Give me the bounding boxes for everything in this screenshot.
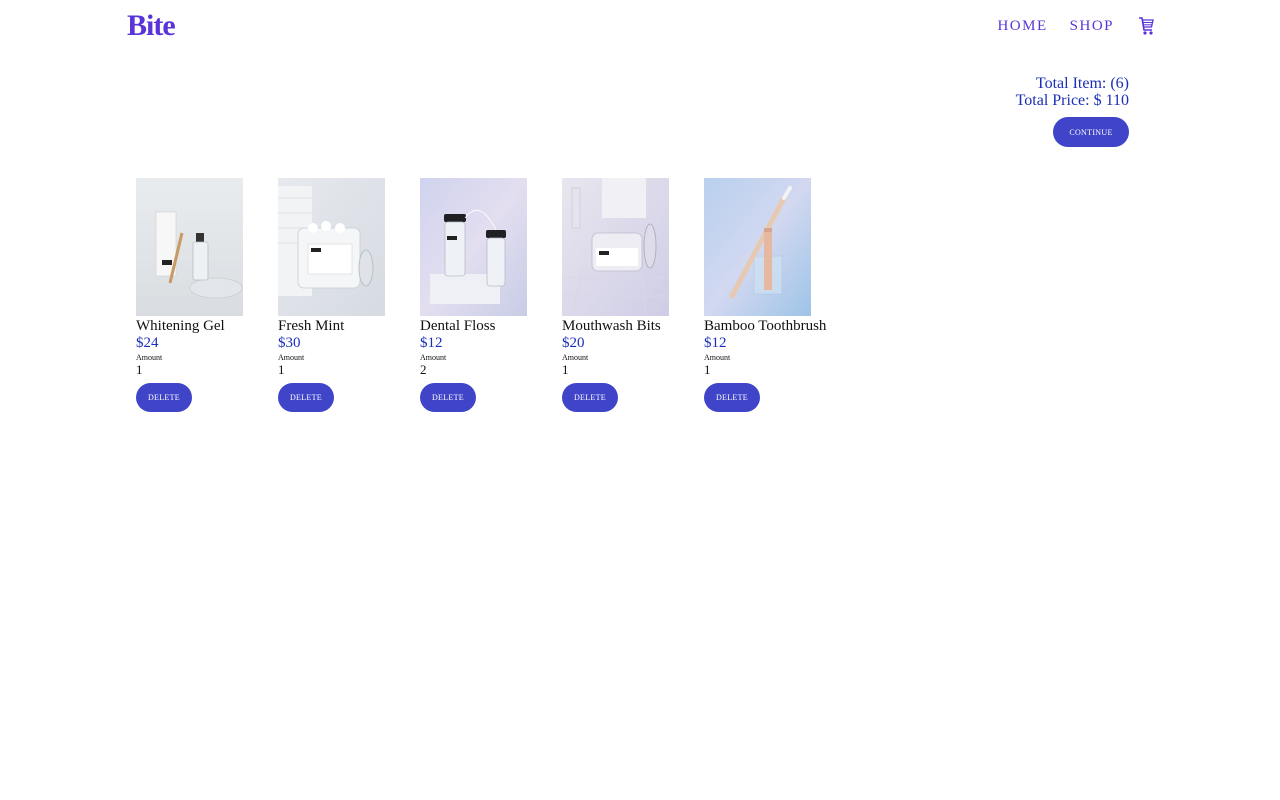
product-price: $20 bbox=[562, 335, 585, 351]
amount-value: 1 bbox=[704, 362, 711, 377]
product-image-dental-floss[interactable] bbox=[420, 178, 527, 316]
product-price: $12 bbox=[420, 335, 443, 351]
amount-label: Amount bbox=[420, 353, 447, 362]
amount-value: 2 bbox=[420, 362, 427, 377]
delete-button[interactable]: DELETE bbox=[136, 383, 192, 412]
continue-button[interactable]: CONTINUE bbox=[1053, 117, 1129, 147]
nav-shop-link[interactable]: SHOP bbox=[1070, 18, 1114, 35]
delete-button[interactable]: DELETE bbox=[704, 383, 760, 412]
cart-item: Bamboo Toothbrush $12 Amount 1 DELETE bbox=[704, 178, 827, 412]
cart-summary: Total Item: (6) Total Price: $ 110 bbox=[1016, 75, 1129, 109]
delete-button[interactable]: DELETE bbox=[562, 383, 618, 412]
delete-button[interactable]: DELETE bbox=[420, 383, 476, 412]
cart-product-list: Whitening Gel $24 Amount 1 DELETE Fresh … bbox=[136, 178, 827, 412]
product-image-bamboo-toothbrush[interactable] bbox=[704, 178, 811, 316]
product-name: Bamboo Toothbrush bbox=[704, 318, 827, 334]
shopping-cart-icon[interactable] bbox=[1138, 16, 1154, 36]
delete-button[interactable]: DELETE bbox=[278, 383, 334, 412]
cart-item: Dental Floss $12 Amount 2 DELETE bbox=[420, 178, 527, 412]
cart-item: Fresh Mint $30 Amount 1 DELETE bbox=[278, 178, 385, 412]
product-image-mouthwash-bits[interactable] bbox=[562, 178, 669, 316]
product-price: $12 bbox=[704, 335, 727, 351]
amount-value: 1 bbox=[562, 362, 569, 377]
cart-item: Mouthwash Bits $20 Amount 1 DELETE bbox=[562, 178, 669, 412]
cart-item: Whitening Gel $24 Amount 1 DELETE bbox=[136, 178, 243, 412]
total-price: Total Price: $ 110 bbox=[1015, 92, 1129, 109]
total-items: Total Item: (6) bbox=[1035, 75, 1129, 92]
nav-home-link[interactable]: HOME bbox=[997, 18, 1047, 35]
main-nav: HOME SHOP bbox=[997, 16, 1154, 36]
amount-label: Amount bbox=[136, 353, 163, 362]
product-name: Dental Floss bbox=[420, 318, 496, 334]
amount-label: Amount bbox=[278, 353, 305, 362]
amount-value: 1 bbox=[278, 362, 285, 377]
product-name: Mouthwash Bits bbox=[562, 318, 661, 334]
product-name: Fresh Mint bbox=[278, 318, 345, 334]
product-image-whitening-gel[interactable] bbox=[136, 178, 243, 316]
product-image-fresh-mint[interactable] bbox=[278, 178, 385, 316]
product-name: Whitening Gel bbox=[136, 318, 225, 334]
amount-value: 1 bbox=[136, 362, 143, 377]
amount-label: Amount bbox=[562, 353, 589, 362]
product-price: $24 bbox=[136, 335, 159, 351]
amount-label: Amount bbox=[704, 353, 731, 362]
product-price: $30 bbox=[278, 335, 301, 351]
bite-logo[interactable]: Bite bbox=[127, 8, 176, 44]
site-header: Bite HOME SHOP bbox=[0, 0, 1280, 56]
